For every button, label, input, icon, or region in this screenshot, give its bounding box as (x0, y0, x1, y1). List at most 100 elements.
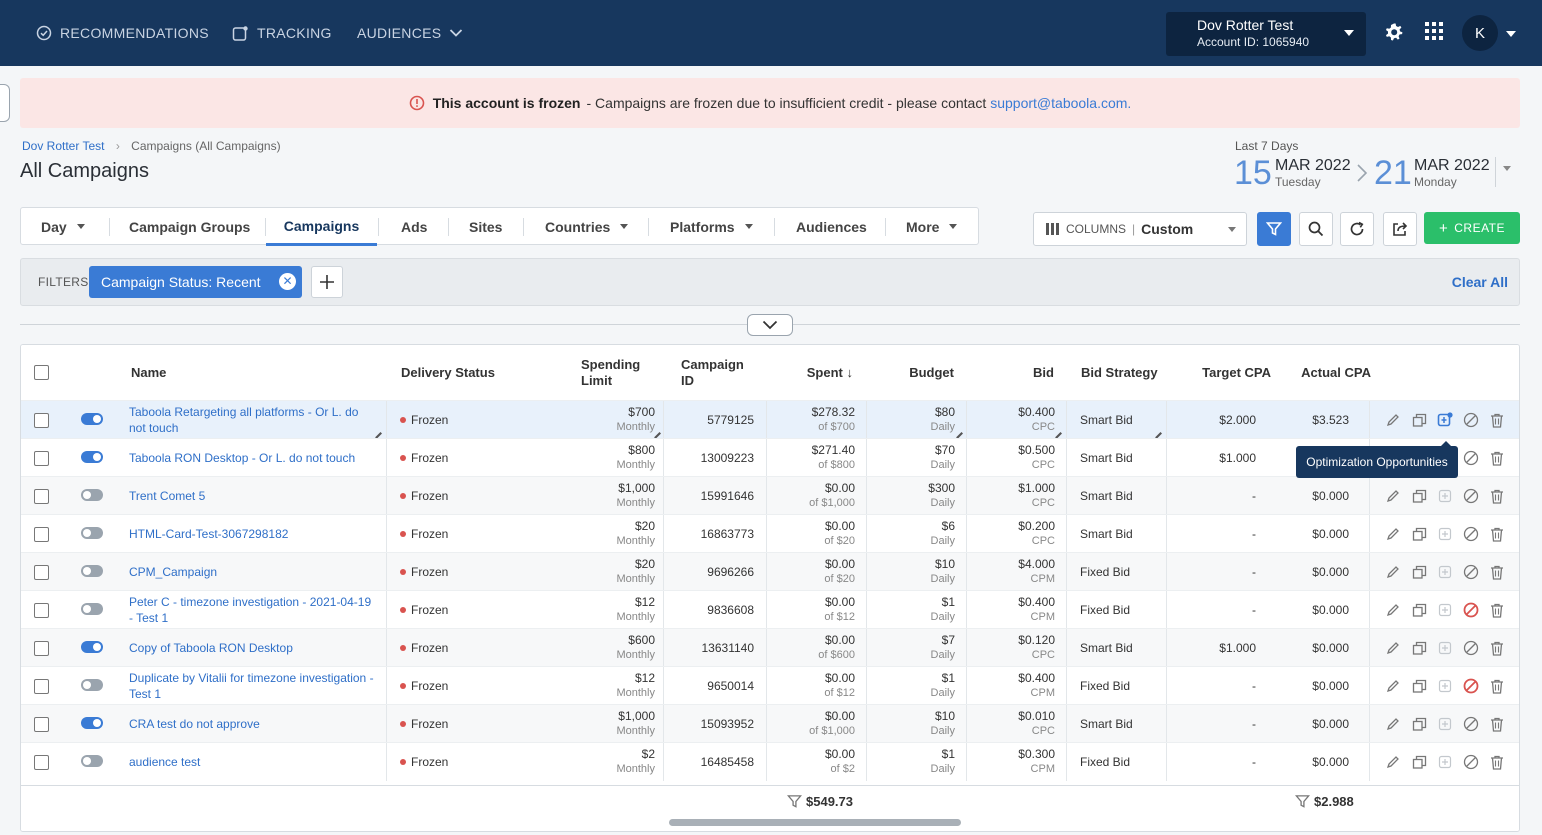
tab-countries[interactable]: Countries (545, 208, 629, 245)
duplicate-icon[interactable] (1410, 715, 1428, 733)
header-bid[interactable]: Bid (981, 345, 1054, 400)
optimization-icon[interactable] (1436, 411, 1454, 429)
nav-recommendations[interactable]: RECOMMENDATIONS (36, 0, 209, 66)
edit-icon[interactable] (1384, 411, 1402, 429)
tab-ads[interactable]: Ads (401, 208, 427, 245)
header-delivery-status[interactable]: Delivery Status (401, 345, 495, 400)
pause-icon[interactable] (1462, 563, 1480, 581)
sidebar-toggle-handle[interactable] (0, 84, 10, 122)
optimization-icon[interactable] (1436, 715, 1454, 733)
tab-campaign-groups[interactable]: Campaign Groups (129, 208, 250, 245)
optimization-icon[interactable] (1436, 525, 1454, 543)
pause-icon[interactable] (1462, 601, 1480, 619)
duplicate-icon[interactable] (1410, 487, 1428, 505)
export-button[interactable] (1383, 212, 1417, 246)
account-selector[interactable]: Dov Rotter Test Account ID: 1065940 (1166, 12, 1366, 56)
table-row[interactable]: audience test Frozen $2 Monthly 16485458 $0.0… (21, 742, 1519, 781)
table-row[interactable]: CRA test do not approve Frozen $1,000 Month… (21, 704, 1519, 743)
table-row[interactable]: Taboola Retargeting all platforms - Or L… (21, 400, 1519, 439)
optimization-icon[interactable] (1436, 563, 1454, 581)
tab-campaigns[interactable]: Campaigns (266, 208, 377, 246)
trash-icon[interactable] (1488, 601, 1506, 619)
duplicate-icon[interactable] (1410, 525, 1428, 543)
edit-icon[interactable] (1384, 487, 1402, 505)
pause-icon[interactable] (1462, 487, 1480, 505)
pause-icon[interactable] (1462, 525, 1480, 543)
edit-icon[interactable] (1384, 753, 1402, 771)
nav-audiences[interactable]: AUDIENCES (357, 0, 463, 66)
trash-icon[interactable] (1488, 487, 1506, 505)
duplicate-icon[interactable] (1410, 677, 1428, 695)
pause-icon[interactable] (1462, 715, 1480, 733)
avatar-caret-icon[interactable] (1506, 31, 1516, 37)
duplicate-icon[interactable] (1410, 411, 1428, 429)
header-spent[interactable]: Spent ↓ (781, 345, 853, 400)
tab-platforms[interactable]: Platforms (670, 208, 753, 245)
tab-day[interactable]: Day (41, 208, 85, 245)
nav-tracking[interactable]: TRACKING (232, 0, 332, 66)
header-actual-cpa[interactable]: Actual CPA (1281, 345, 1371, 400)
table-row[interactable]: Copy of Taboola RON Desktop Frozen $600 Mon… (21, 628, 1519, 667)
trash-icon[interactable] (1488, 639, 1506, 657)
horizontal-scrollbar[interactable] (669, 819, 961, 826)
table-row[interactable]: Duplicate by Vitalii for timezone invest… (21, 666, 1519, 705)
optimization-icon[interactable] (1436, 601, 1454, 619)
support-email-link[interactable]: support@taboola.com. (990, 95, 1131, 111)
close-icon[interactable]: ✕ (279, 273, 296, 290)
trash-icon[interactable] (1488, 411, 1506, 429)
tab-audiences[interactable]: Audiences (796, 208, 867, 245)
table-row[interactable]: CPM_Campaign Frozen $20 Monthly 9696266 $0.00… (21, 552, 1519, 591)
header-budget[interactable]: Budget (881, 345, 954, 400)
optimization-icon[interactable] (1436, 487, 1454, 505)
trash-icon[interactable] (1488, 563, 1506, 581)
collapse-toggle[interactable] (747, 314, 793, 336)
table-row[interactable]: Trent Comet 5 Frozen $1,000 Monthly 15991646… (21, 476, 1519, 515)
refresh-button[interactable] (1340, 212, 1374, 246)
edit-icon[interactable] (1384, 639, 1402, 657)
edit-icon[interactable] (1384, 715, 1402, 733)
header-bid-strategy[interactable]: Bid Strategy (1081, 345, 1158, 400)
edit-icon[interactable] (1384, 601, 1402, 619)
optimization-icon[interactable] (1436, 753, 1454, 771)
breadcrumb-root-link[interactable]: Dov Rotter Test (22, 139, 104, 153)
optimization-icon[interactable] (1436, 639, 1454, 657)
clear-all-link[interactable]: Clear All (1452, 274, 1508, 290)
gear-icon[interactable] (1384, 22, 1404, 42)
header-campaign-id[interactable]: Campaign ID (681, 345, 744, 400)
pause-icon[interactable] (1462, 639, 1480, 657)
edit-icon[interactable] (1384, 677, 1402, 695)
trash-icon[interactable] (1488, 677, 1506, 695)
duplicate-icon[interactable] (1410, 601, 1428, 619)
columns-selector[interactable]: COLUMNS | Custom (1033, 212, 1247, 246)
tab-more[interactable]: More (906, 208, 958, 245)
trash-icon[interactable] (1488, 715, 1506, 733)
header-name[interactable]: Name (131, 345, 166, 400)
filter-chip-campaign-status[interactable]: Campaign Status: Recent ✕ (89, 266, 302, 298)
pause-icon[interactable] (1462, 411, 1480, 429)
date-caret-icon[interactable] (1503, 166, 1511, 171)
pause-icon[interactable] (1462, 449, 1480, 467)
pause-icon[interactable] (1462, 677, 1480, 695)
header-target-cpa[interactable]: Target CPA (1181, 345, 1271, 400)
select-all-checkbox[interactable] (34, 365, 49, 380)
optimization-icon[interactable] (1436, 677, 1454, 695)
trash-icon[interactable] (1488, 525, 1506, 543)
edit-icon[interactable] (1384, 563, 1402, 581)
search-button[interactable] (1299, 212, 1333, 246)
tab-sites[interactable]: Sites (469, 208, 502, 245)
header-spending-limit[interactable]: Spending Limit (581, 345, 640, 400)
create-button[interactable]: + CREATE (1424, 212, 1520, 244)
table-row[interactable]: HTML-Card-Test-3067298182 Frozen $20 Monthl… (21, 514, 1519, 553)
trash-icon[interactable] (1488, 449, 1506, 467)
trash-icon[interactable] (1488, 753, 1506, 771)
apps-grid-icon[interactable] (1425, 22, 1443, 40)
edit-icon[interactable] (1384, 525, 1402, 543)
add-filter-button[interactable] (311, 266, 343, 298)
filter-button[interactable] (1257, 212, 1291, 246)
avatar[interactable]: K (1462, 15, 1498, 51)
pause-icon[interactable] (1462, 753, 1480, 771)
table-row[interactable]: Peter C - timezone investigation - 2021-… (21, 590, 1519, 629)
duplicate-icon[interactable] (1410, 753, 1428, 771)
duplicate-icon[interactable] (1410, 639, 1428, 657)
duplicate-icon[interactable] (1410, 563, 1428, 581)
